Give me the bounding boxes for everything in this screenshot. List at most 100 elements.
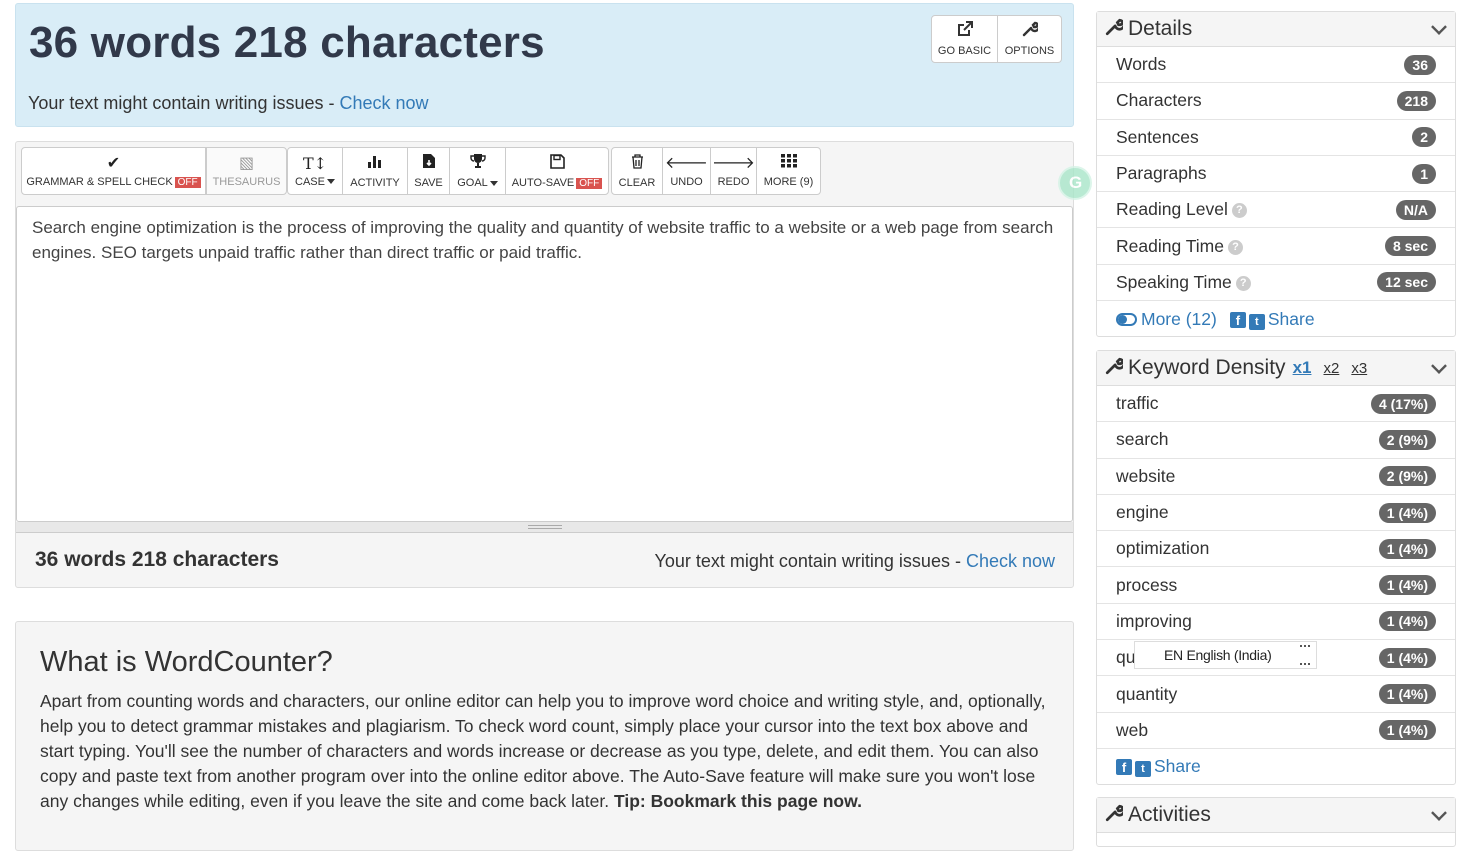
auto-save-button[interactable]: AUTO-SAVE OFF	[505, 147, 609, 195]
keyword-row[interactable]: web 1 (4%)	[1097, 713, 1455, 749]
share-label: Share	[1267, 308, 1315, 329]
chevron-down-icon[interactable]	[1431, 805, 1447, 821]
density-badge: 1 (4%)	[1378, 502, 1436, 523]
editor-toolbar: ✔ GRAMMAR & SPELL CHECK OFF ▧ THESAURUS T…	[21, 147, 821, 195]
goal-label: GOAL	[457, 177, 488, 189]
keyword-label: optimization	[1116, 538, 1210, 559]
more-button[interactable]: MORE (9)	[756, 147, 821, 195]
keyword-label: qu	[1116, 647, 1136, 668]
density-badge: 1 (4%)	[1378, 647, 1436, 668]
header-button-group: GO BASIC OPTIONS	[931, 15, 1062, 63]
activities-panel: Activities	[1096, 797, 1456, 847]
count-badge: 1	[1412, 163, 1436, 184]
density-badge: 2 (9%)	[1378, 466, 1436, 487]
stats-header: 36 words 218 characters Your text might …	[15, 3, 1074, 127]
goal-button[interactable]: GOAL	[449, 147, 506, 195]
wrench-icon	[1105, 18, 1126, 41]
keyword-row[interactable]: website 2 (9%)	[1097, 459, 1455, 495]
editor-resize-handle[interactable]	[16, 522, 1073, 533]
keyword-label: improving	[1116, 610, 1192, 631]
facebook-icon: f	[1116, 759, 1132, 776]
keyword-share-link[interactable]: f t Share	[1116, 756, 1201, 778]
keyword-links: f t Share	[1097, 749, 1455, 785]
activity-button[interactable]: ACTIVITY	[342, 147, 408, 195]
options-button[interactable]: OPTIONS	[998, 15, 1062, 63]
details-row-reading-time: Reading Time? 8 sec	[1097, 228, 1455, 265]
editor-panel: ✔ GRAMMAR & SPELL CHECK OFF ▧ THESAURUS T…	[15, 141, 1074, 588]
grammar-label: GRAMMAR & SPELL CHECK	[26, 175, 173, 188]
keyword-row[interactable]: improving 1 (4%)	[1097, 604, 1455, 641]
keyword-density-title: Keyword Density	[1128, 356, 1286, 379]
keyword-row[interactable]: process 1 (4%)	[1097, 567, 1455, 604]
text-case-icon: T↕	[302, 153, 328, 173]
keyword-row[interactable]: search 2 (9%)	[1097, 422, 1455, 459]
save-button[interactable]: SAVE	[407, 147, 450, 195]
thesaurus-button[interactable]: ▧ THESAURUS	[206, 147, 287, 195]
keyword-row[interactable]: quantity 1 (4%)	[1097, 676, 1455, 713]
redo-button[interactable]: 🡒 REDO	[710, 147, 757, 195]
chevron-down-icon[interactable]	[1431, 19, 1447, 35]
redo-label: REDO	[717, 175, 750, 188]
help-icon[interactable]: ?	[1235, 275, 1251, 291]
footer-word-count: 36 words 218 characters	[35, 548, 279, 571]
about-section: What is WordCounter? Apart from counting…	[15, 621, 1074, 851]
keyword-label: search	[1116, 429, 1169, 450]
tab-x1[interactable]: x1	[1293, 358, 1312, 377]
thesaurus-label: THESAURUS	[212, 175, 281, 188]
save-label: SAVE	[414, 177, 443, 189]
details-links: More (12) f t Share	[1097, 301, 1455, 337]
count-badge: 2	[1412, 127, 1436, 148]
clear-button[interactable]: CLEAR	[611, 147, 663, 195]
grammar-off-badge: OFF	[174, 176, 201, 188]
go-basic-button[interactable]: GO BASIC	[931, 15, 998, 63]
wrench-icon	[1105, 357, 1126, 380]
more-label: MORE (9)	[763, 176, 814, 188]
details-label: Speaking Time	[1116, 271, 1232, 292]
text-editor-input[interactable]: Search engine optimization is the proces…	[16, 206, 1073, 522]
case-button[interactable]: T↕ CASE	[287, 147, 343, 195]
auto-save-label: AUTO-SAVE	[511, 176, 575, 189]
details-row-sentences: Sentences 2	[1097, 120, 1455, 156]
keyword-row[interactable]: optimization 1 (4%)	[1097, 531, 1455, 568]
share-label: Share	[1154, 756, 1201, 777]
keyword-label: engine	[1116, 502, 1169, 523]
grammarly-icon[interactable]	[1058, 166, 1092, 200]
twitter-icon: t	[1248, 313, 1265, 330]
case-label: CASE	[295, 175, 325, 188]
language-popup[interactable]: EN English (India)	[1134, 641, 1317, 669]
twitter-icon: t	[1135, 761, 1151, 778]
arrow-left-icon: 🡐	[665, 154, 708, 172]
density-badge: 1 (4%)	[1378, 575, 1436, 596]
help-icon[interactable]: ?	[1231, 203, 1247, 219]
help-icon[interactable]: ?	[1227, 239, 1243, 255]
footer-issues-text: Your text might contain writing issues -	[654, 551, 966, 571]
external-link-icon	[957, 21, 973, 41]
grammar-spell-check-button[interactable]: ✔ GRAMMAR & SPELL CHECK OFF	[21, 147, 206, 195]
footer-issues-notice: Your text might contain writing issues -…	[654, 551, 1055, 572]
tab-x3[interactable]: x3	[1351, 360, 1367, 377]
activities-header[interactable]: Activities	[1097, 798, 1455, 833]
facebook-icon: f	[1229, 311, 1246, 328]
undo-button[interactable]: 🡐 UNDO	[662, 147, 711, 195]
keyword-row[interactable]: engine 1 (4%)	[1097, 495, 1455, 532]
activities-title: Activities	[1128, 803, 1211, 826]
more-details-link[interactable]: More (12)	[1116, 309, 1217, 330]
details-row-reading-level: Reading Level? N/A	[1097, 192, 1455, 229]
chevron-down-icon[interactable]	[1431, 358, 1447, 374]
details-share-link[interactable]: f t Share	[1229, 308, 1315, 330]
resize-grip-icon	[528, 525, 562, 529]
tab-x2[interactable]: x2	[1323, 360, 1339, 377]
keyword-row[interactable]: traffic 4 (17%)	[1097, 386, 1455, 423]
save-file-icon	[422, 153, 436, 174]
keyword-label: process	[1116, 574, 1178, 595]
keyword-density-panel: Keyword Density x1 x2 x3 traffic 4 (17%) se…	[1096, 350, 1456, 785]
wrench-icon	[1105, 804, 1126, 827]
clear-label: CLEAR	[618, 176, 656, 189]
count-badge: N/A	[1395, 199, 1436, 220]
keyword-density-header[interactable]: Keyword Density x1 x2 x3	[1097, 351, 1455, 386]
details-row-words: Words 36	[1097, 47, 1455, 84]
footer-check-now-link[interactable]: Check now	[966, 551, 1055, 571]
check-now-link[interactable]: Check now	[339, 93, 428, 113]
drag-handle-icon[interactable]	[1300, 645, 1310, 665]
details-header[interactable]: Details	[1097, 12, 1455, 47]
